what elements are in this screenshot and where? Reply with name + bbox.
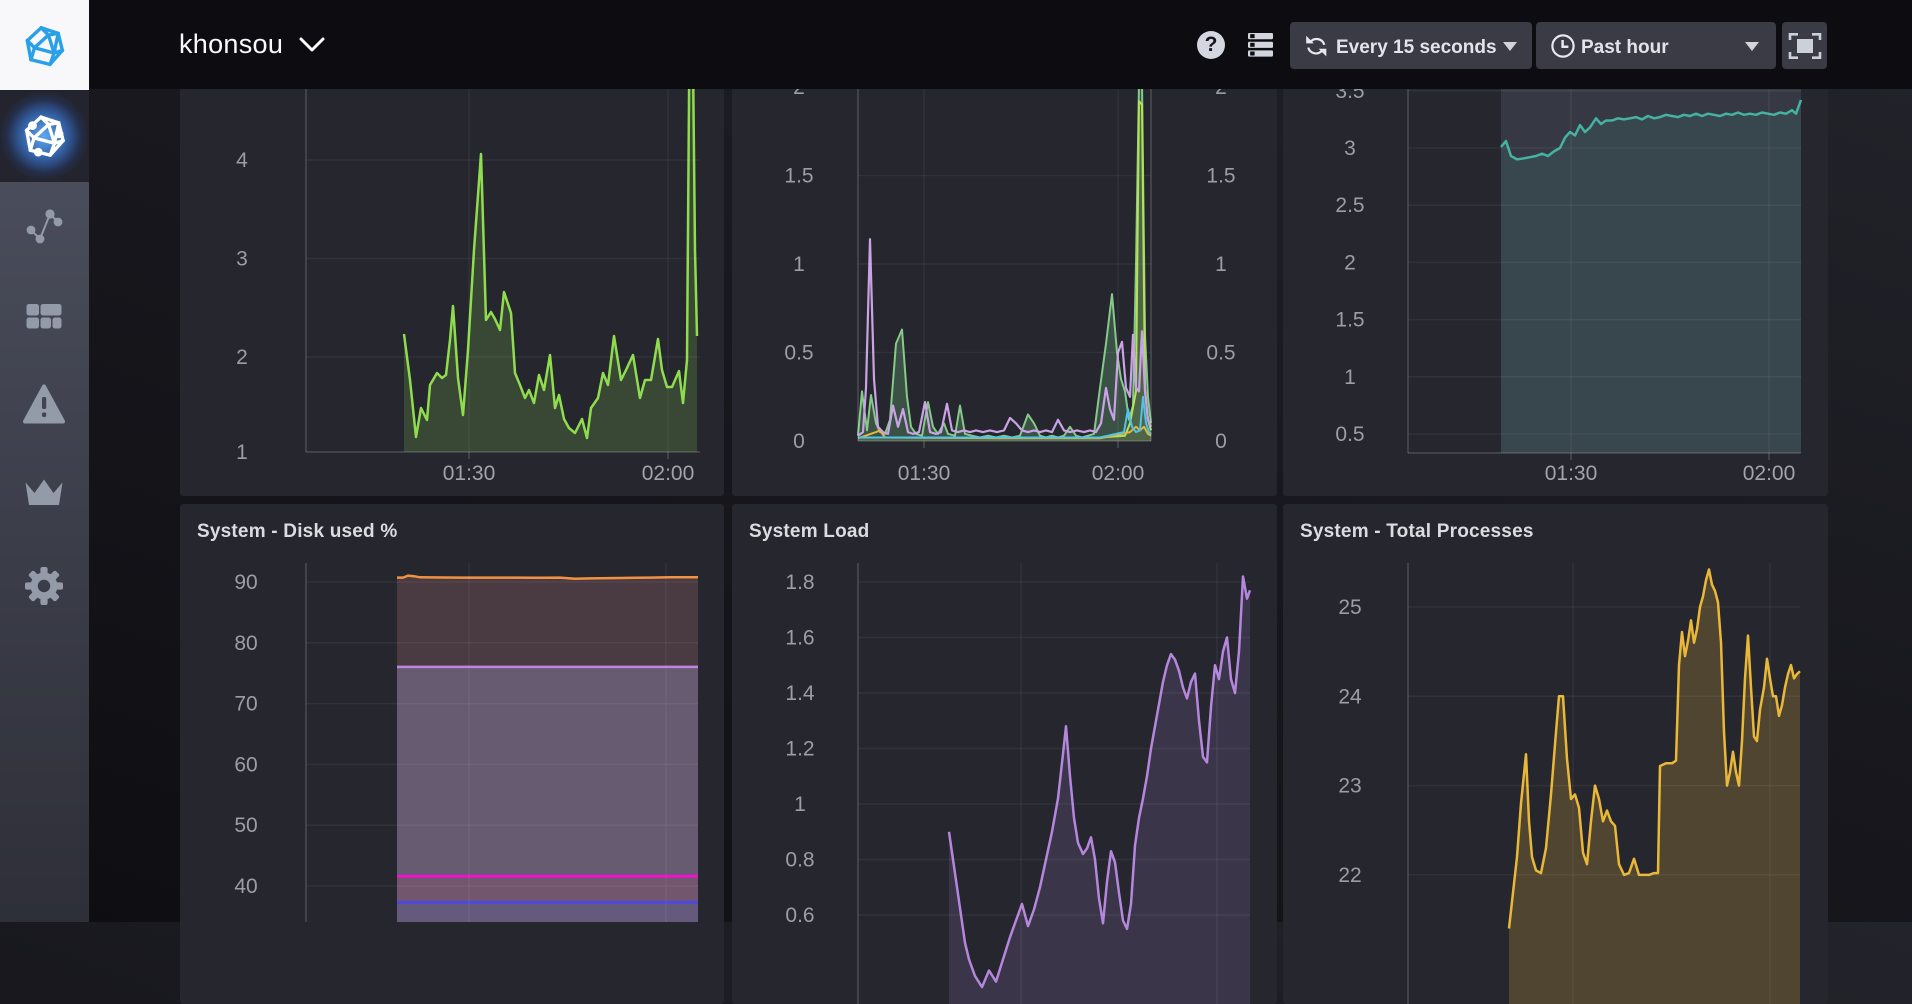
svg-text:40: 40 bbox=[234, 875, 257, 898]
svg-text:90: 90 bbox=[234, 571, 257, 594]
svg-text:0.8: 0.8 bbox=[785, 849, 814, 872]
svg-text:70: 70 bbox=[234, 693, 257, 716]
svg-text:2.5: 2.5 bbox=[1335, 194, 1364, 217]
svg-text:1.4: 1.4 bbox=[785, 682, 815, 705]
svg-text:0.5: 0.5 bbox=[784, 342, 813, 365]
svg-text:1.8: 1.8 bbox=[785, 571, 814, 594]
svg-text:3: 3 bbox=[236, 248, 248, 271]
svg-text:02:00: 02:00 bbox=[642, 462, 695, 485]
svg-text:1: 1 bbox=[794, 793, 806, 816]
svg-text:23: 23 bbox=[1338, 775, 1361, 798]
svg-text:22: 22 bbox=[1338, 864, 1361, 887]
svg-text:0.6: 0.6 bbox=[785, 904, 814, 927]
svg-text:02:00: 02:00 bbox=[1092, 462, 1145, 485]
svg-text:0.5: 0.5 bbox=[1335, 423, 1364, 446]
svg-text:0.5: 0.5 bbox=[1206, 342, 1235, 365]
svg-text:1.5: 1.5 bbox=[1335, 309, 1364, 332]
svg-text:1: 1 bbox=[236, 441, 248, 464]
svg-text:2: 2 bbox=[1344, 251, 1356, 274]
svg-text:01:30: 01:30 bbox=[1545, 462, 1598, 485]
svg-text:01:30: 01:30 bbox=[898, 462, 951, 485]
svg-text:50: 50 bbox=[234, 814, 257, 837]
svg-text:3: 3 bbox=[1344, 137, 1356, 160]
svg-text:1.6: 1.6 bbox=[785, 627, 814, 650]
svg-text:80: 80 bbox=[234, 632, 257, 655]
svg-text:1: 1 bbox=[793, 253, 805, 276]
svg-text:1.2: 1.2 bbox=[785, 738, 814, 761]
svg-text:02:00: 02:00 bbox=[1743, 462, 1796, 485]
svg-text:1: 1 bbox=[1215, 253, 1227, 276]
svg-text:60: 60 bbox=[234, 753, 257, 776]
svg-text:25: 25 bbox=[1338, 596, 1361, 619]
svg-text:01:30: 01:30 bbox=[443, 462, 496, 485]
svg-text:4: 4 bbox=[236, 149, 248, 172]
svg-text:1: 1 bbox=[1344, 366, 1356, 389]
svg-text:0: 0 bbox=[793, 430, 805, 453]
svg-text:24: 24 bbox=[1338, 685, 1362, 708]
svg-text:1.5: 1.5 bbox=[784, 165, 813, 188]
svg-text:2: 2 bbox=[236, 346, 248, 369]
svg-text:0: 0 bbox=[1215, 430, 1227, 453]
svg-text:1.5: 1.5 bbox=[1206, 165, 1235, 188]
